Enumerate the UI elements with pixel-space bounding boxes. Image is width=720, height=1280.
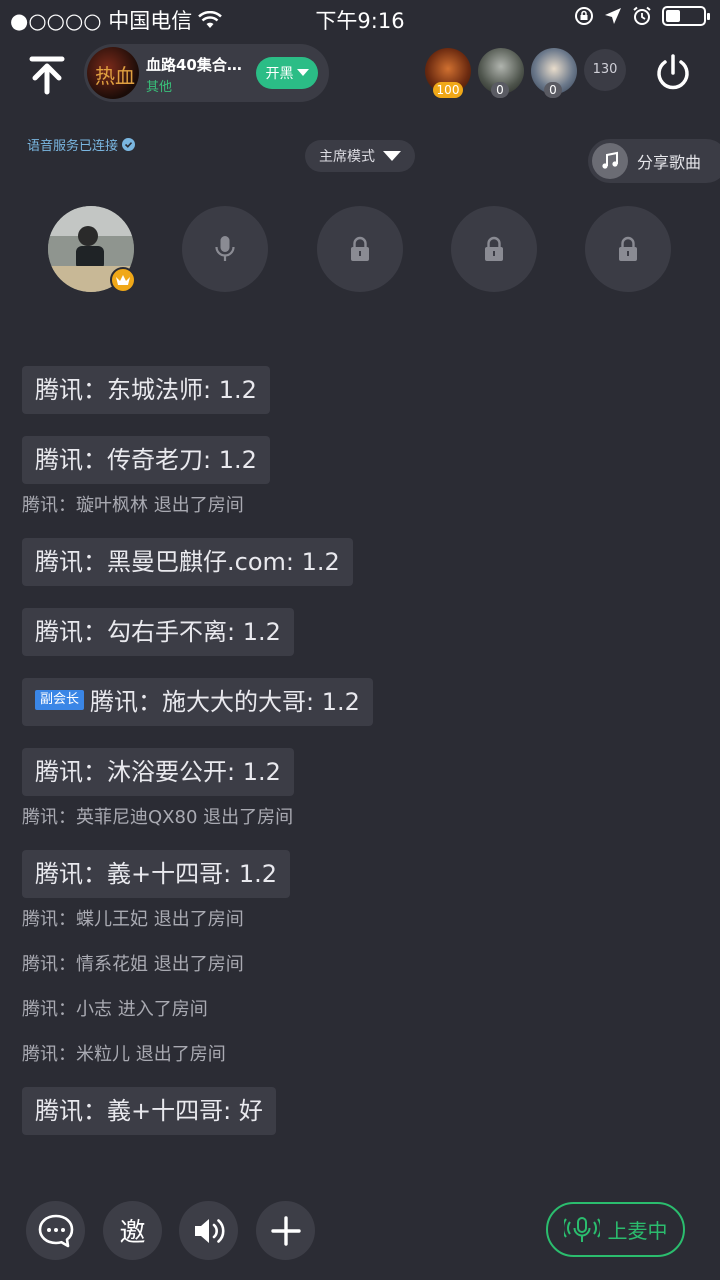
share-song-label: 分享歌曲 — [637, 153, 702, 172]
online-count-button[interactable]: 130 — [584, 49, 626, 91]
system-message: 腾讯：米粒儿 退出了房间 — [22, 1044, 226, 1065]
rotation-lock-icon — [575, 7, 593, 25]
room-category: 其他 — [146, 80, 173, 95]
speaker-icon — [194, 1218, 225, 1243]
battery-icon — [662, 6, 710, 26]
chat-message: 腾讯：黑曼巴麒仔.com: 1.2 — [22, 538, 353, 586]
seat-host[interactable] — [48, 206, 136, 293]
chat-message: 腾讯：義+十四哥: 好 — [22, 1087, 276, 1135]
vice-president-badge: 副会长 — [35, 690, 85, 710]
chat-message: 腾讯：东城法师: 1.2 — [22, 366, 270, 414]
system-message: 腾讯：英菲尼迪QX80 退出了房间 — [22, 807, 294, 828]
system-message: 腾讯：蝶儿王妃 退出了房间 — [22, 909, 244, 930]
system-message: 腾讯：情系花姐 退出了房间 — [22, 954, 244, 975]
mic-wave-icon — [563, 1216, 600, 1242]
lock-icon — [485, 236, 503, 261]
room-name: 血路40集合… — [146, 56, 242, 74]
mode-dropdown[interactable]: 主席模式 — [305, 140, 415, 172]
seat-locked-1[interactable] — [317, 206, 403, 292]
lock-icon — [351, 236, 369, 261]
viewer-badge-1: 100 — [433, 82, 463, 98]
share-song-button[interactable]: 分享歌曲 — [588, 139, 720, 183]
invite-label: 邀 — [119, 1218, 146, 1248]
chat-input-button[interactable] — [26, 1201, 85, 1260]
mode-label: 主席模式 — [319, 149, 375, 165]
music-note-icon — [592, 143, 628, 179]
alarm-icon — [633, 6, 651, 25]
crown-icon — [116, 275, 130, 285]
kaihei-dropdown[interactable]: 开黑 — [256, 57, 318, 89]
system-message: 腾讯：小志 进入了房间 — [22, 999, 208, 1020]
host-crown-badge — [110, 267, 136, 293]
caret-down-icon — [296, 69, 309, 76]
system-message: 腾讯：璇叶枫林 退出了房间 — [22, 495, 244, 516]
verified-check-icon — [122, 138, 136, 151]
seat-locked-2[interactable] — [451, 206, 537, 292]
plus-icon — [270, 1215, 301, 1246]
caret-down-icon — [383, 151, 401, 161]
lock-icon — [619, 236, 637, 261]
room-cover-image: 热血 — [87, 47, 139, 99]
chat-log: 腾讯：东城法师: 1.2 腾讯：传奇老刀: 1.2 腾讯：璇叶枫林 退出了房间 … — [22, 366, 702, 1157]
kaihei-label: 开黑 — [265, 66, 294, 82]
chat-message-text: 腾讯：施大大的大哥: 1.2 — [90, 688, 360, 716]
chat-message: 腾讯：勾右手不离: 1.2 — [22, 608, 294, 656]
chat-message: 腾讯：传奇老刀: 1.2 — [22, 436, 270, 484]
arrow-up-bar-icon — [29, 56, 65, 95]
viewer-badge-2: 0 — [491, 82, 509, 98]
seat-locked-3[interactable] — [585, 206, 671, 292]
room-cover-text: 热血 — [95, 64, 135, 88]
chat-message: 腾讯：沐浴要公开: 1.2 — [22, 748, 294, 796]
exit-room-button[interactable] — [653, 53, 693, 93]
invite-button[interactable]: 邀 — [103, 1201, 162, 1260]
back-to-top-button[interactable] — [24, 52, 70, 98]
speaker-button[interactable] — [179, 1201, 238, 1260]
on-mic-button[interactable]: 上麦中 — [546, 1202, 685, 1257]
chat-bubble-icon — [38, 1214, 73, 1247]
status-bar: ●○○○○ 中国电信 下午9:16 — [0, 0, 720, 38]
room-info-pill[interactable]: 热血 血路40集合… 其他 开黑 — [84, 44, 329, 102]
more-button[interactable] — [256, 1201, 315, 1260]
location-icon — [605, 8, 621, 24]
power-icon — [657, 54, 689, 90]
mic-icon — [215, 236, 235, 261]
chat-message: 腾讯：義+十四哥: 1.2 — [22, 850, 290, 898]
on-mic-label: 上麦中 — [607, 1219, 668, 1243]
voice-connection-status: 语音服务已连接 — [27, 135, 136, 154]
seat-open-mic[interactable] — [182, 206, 268, 292]
chat-message: 副会长 腾讯：施大大的大哥: 1.2 — [22, 678, 373, 726]
voice-status-label: 语音服务已连接 — [27, 139, 119, 154]
status-right — [574, 6, 710, 26]
viewer-badge-3: 0 — [544, 82, 562, 98]
